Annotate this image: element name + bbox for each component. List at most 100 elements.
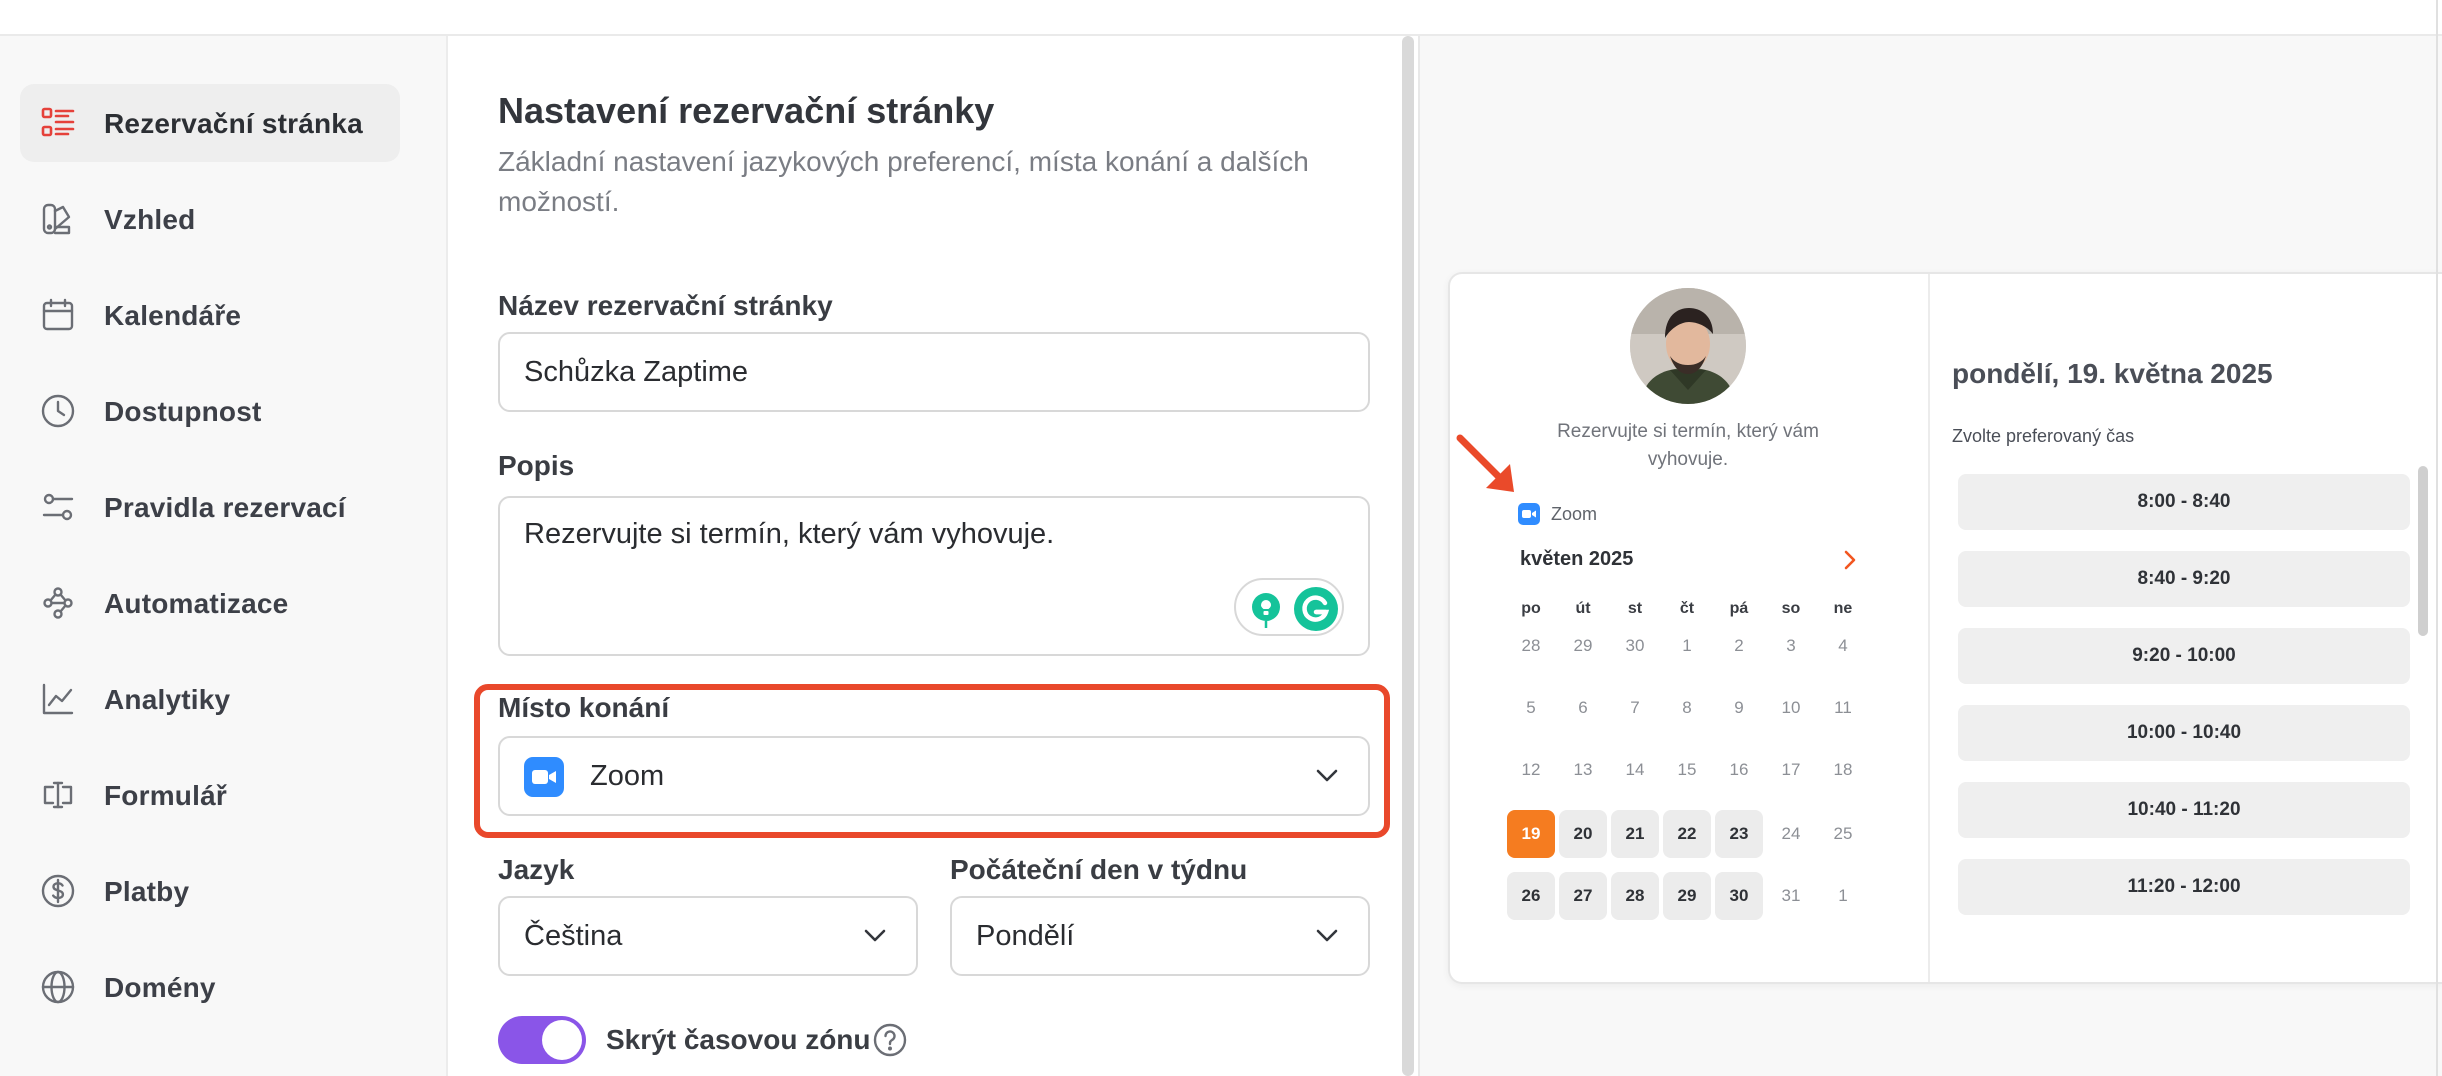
time-slot[interactable]: 8:00 - 8:40 <box>1958 474 2410 530</box>
calendar-day: 7 <box>1630 698 1640 717</box>
top-bar <box>0 0 2442 36</box>
location-select-value: Zoom <box>590 759 665 792</box>
calendar-icon <box>40 297 76 333</box>
location-label: Místo konání <box>498 692 670 723</box>
appearance-icon <box>40 201 76 237</box>
language-select[interactable]: Čeština <box>498 896 918 976</box>
calendar-day: 25 <box>1833 824 1853 843</box>
sidebar-item-label: Automatizace <box>104 588 289 619</box>
description-label: Popis <box>498 450 575 481</box>
calendar-day: 3 <box>1786 636 1796 655</box>
calendar-day[interactable]: 26 <box>1507 872 1555 920</box>
calendar-day: 11 <box>1834 698 1852 717</box>
weekday-label: so <box>1781 600 1801 617</box>
form-scrollbar[interactable] <box>1402 36 1414 1076</box>
calendar-day: 15 <box>1677 760 1697 779</box>
sidebar-item-form[interactable]: Formulář <box>20 756 400 834</box>
calendar-day: 10 <box>1781 698 1801 717</box>
sidebar-item-label: Pravidla rezervací <box>104 492 346 523</box>
chevron-down-icon <box>1316 769 1338 783</box>
location-select[interactable]: Zoom <box>498 736 1370 816</box>
chevron-down-icon <box>864 929 886 943</box>
booking-page-icon <box>40 105 76 141</box>
calendar-day[interactable]: 22 <box>1663 810 1711 858</box>
hide-timezone-toggle[interactable] <box>498 1016 586 1064</box>
sidebar-item-booking-page[interactable]: Rezervační stránka <box>20 84 400 162</box>
calendar-day[interactable]: 30 <box>1715 872 1763 920</box>
calendar-day: 30 <box>1625 636 1645 655</box>
hide-timezone-label: Skrýt časovou zónu <box>606 1024 871 1055</box>
sidebar-item-availability[interactable]: Dostupnost <box>20 372 400 450</box>
name-label: Název rezervační stránky <box>498 290 833 321</box>
calendar-day[interactable]: 21 <box>1611 810 1659 858</box>
calendar-day: 12 <box>1521 760 1541 779</box>
name-input-value: Schůzka Zaptime <box>524 355 749 388</box>
calendar-day: 16 <box>1729 760 1749 779</box>
calendar-day: 28 <box>1521 636 1541 655</box>
calendar-day[interactable]: 27 <box>1559 872 1607 920</box>
calendar-day[interactable]: 29 <box>1663 872 1711 920</box>
sidebar-item-domains[interactable]: Domény <box>20 948 400 1026</box>
start-day-select[interactable]: Pondělí <box>950 896 1370 976</box>
sidebar-item-label: Vzhled <box>104 204 196 235</box>
calendar-day[interactable]: 28 <box>1611 872 1659 920</box>
language-label: Jazyk <box>498 854 575 885</box>
zoom-icon <box>1518 503 1540 525</box>
language-select-value: Čeština <box>524 919 623 952</box>
calendar-day[interactable]: 23 <box>1715 810 1763 858</box>
dollar-icon <box>40 873 76 909</box>
sidebar-item-label: Kalendáře <box>104 300 242 331</box>
sidebar: Rezervační stránka Vzhled Kalendáře Dost… <box>0 36 448 1076</box>
calendar-day[interactable]: 19 <box>1507 810 1555 858</box>
time-slot[interactable]: 10:00 - 10:40 <box>1958 705 2410 761</box>
calendar-day: 2 <box>1734 636 1744 655</box>
grammarly-widget[interactable] <box>1234 578 1344 636</box>
calendar-day: 6 <box>1578 698 1588 717</box>
weekday-label: st <box>1627 600 1643 617</box>
time-slot[interactable]: 9:20 - 10:00 <box>1958 628 2410 684</box>
page-subtitle: Základní nastavení jazykových preferencí… <box>498 146 1309 217</box>
preview-divider <box>1928 274 1930 982</box>
calendar-day: 1 <box>1682 636 1692 655</box>
sidebar-item-label: Platby <box>104 876 190 907</box>
sidebar-item-automation[interactable]: Automatizace <box>20 564 400 642</box>
calendar-day: 29 <box>1573 636 1593 655</box>
sidebar-item-payments[interactable]: Platby <box>20 852 400 930</box>
weekday-label: út <box>1575 600 1591 617</box>
slots-scrollbar[interactable] <box>2418 466 2428 636</box>
calendar-day: 8 <box>1682 698 1692 717</box>
start-day-select-value: Pondělí <box>976 919 1075 952</box>
sidebar-item-label: Dostupnost <box>104 396 262 427</box>
sidebar-item-label: Rezervační stránka <box>104 108 363 139</box>
time-slot[interactable]: 10:40 - 11:20 <box>1958 782 2410 838</box>
calendar-day: 24 <box>1781 824 1801 843</box>
selected-date: pondělí, 19. května 2025 <box>1952 358 2273 389</box>
sidebar-item-label: Formulář <box>104 780 227 811</box>
clock-icon <box>40 393 76 429</box>
sidebar-item-analytics[interactable]: Analytiky <box>20 660 400 738</box>
sidebar-item-label: Analytiky <box>104 684 231 715</box>
zoom-icon <box>524 757 564 797</box>
time-slot[interactable]: 11:20 - 12:00 <box>1958 859 2410 915</box>
calendar-day: 9 <box>1734 698 1744 717</box>
chevron-right-icon[interactable] <box>1840 548 1860 572</box>
sidebar-item-booking-rules[interactable]: Pravidla rezervací <box>20 468 400 546</box>
sidebar-item-appearance[interactable]: Vzhled <box>20 180 400 258</box>
chevron-down-icon <box>1316 929 1338 943</box>
sidebar-item-calendars[interactable]: Kalendáře <box>20 276 400 354</box>
calendar-day: 17 <box>1781 760 1801 779</box>
calendar-day: 31 <box>1781 886 1801 905</box>
weekday-label: pá <box>1729 600 1749 617</box>
calendar-day: 14 <box>1625 760 1645 779</box>
calendar-day: 5 <box>1526 698 1536 717</box>
name-input[interactable]: Schůzka Zaptime <box>498 332 1370 412</box>
calendar-day[interactable]: 20 <box>1559 810 1607 858</box>
sidebar-item-label: Domény <box>104 972 216 1003</box>
rules-icon <box>40 489 76 525</box>
calendar-month: květen 2025 <box>1520 548 1634 570</box>
window-edge <box>2436 0 2438 1076</box>
time-slot[interactable]: 8:40 - 9:20 <box>1958 551 2410 607</box>
help-icon[interactable] <box>872 1022 908 1058</box>
analytics-icon <box>40 681 76 717</box>
calendar-day: 1 <box>1838 886 1848 905</box>
